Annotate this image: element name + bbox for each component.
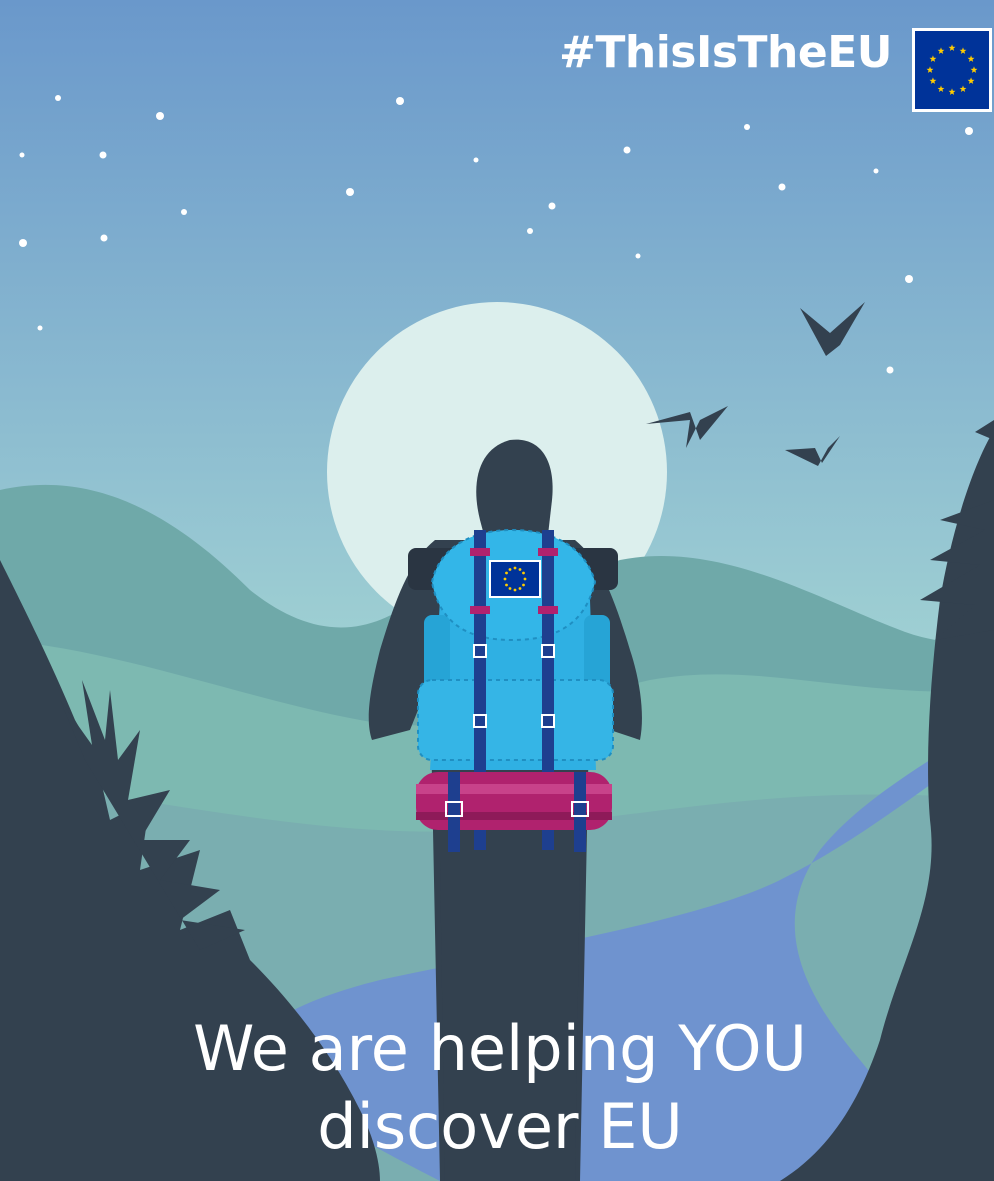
poster: #ThisIsTheEU We are helping YOU discover… [0, 0, 994, 1181]
headline: We are helping YOU discover EU [140, 1010, 860, 1166]
headline-line-2: discover EU [317, 1090, 683, 1163]
travel-illustration [0, 0, 994, 1181]
eu-stars-circle-icon [915, 31, 989, 109]
backpack-icon [408, 528, 618, 852]
headline-line-1: We are helping YOU [193, 1012, 807, 1085]
eu-flag-icon [912, 28, 992, 112]
hashtag-text: #ThisIsTheEU [558, 27, 893, 78]
